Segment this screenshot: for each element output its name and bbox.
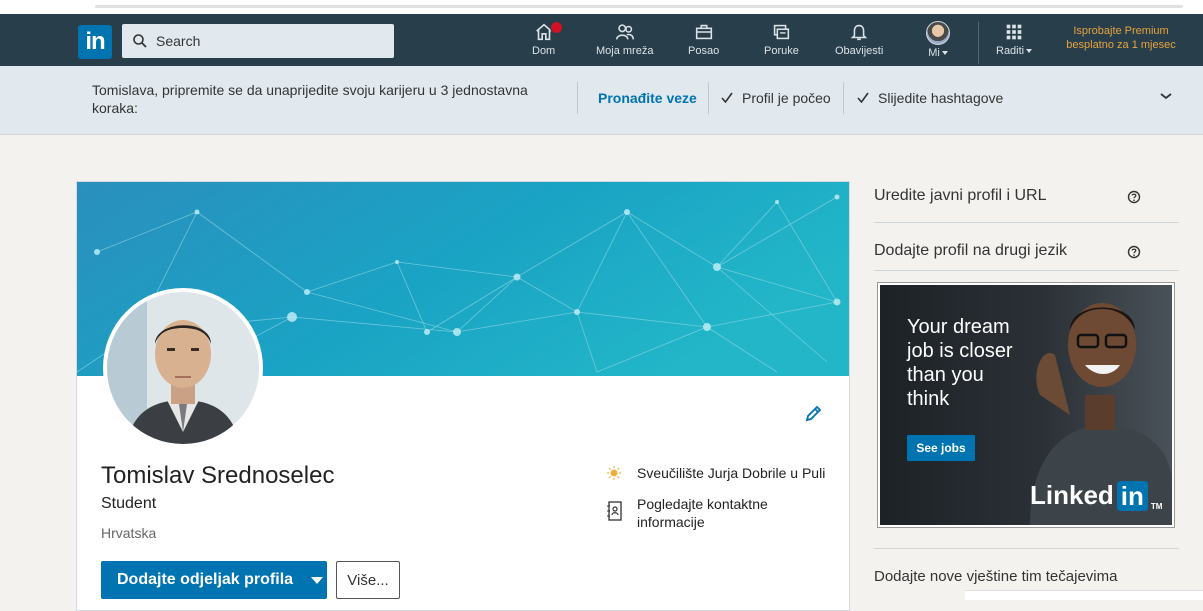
profile-location: Hrvatska bbox=[101, 525, 157, 541]
help-icon[interactable] bbox=[1127, 245, 1141, 259]
university-logo-icon bbox=[607, 466, 621, 480]
edit-pencil-icon[interactable] bbox=[803, 404, 823, 424]
nav-label-jobs: Posao bbox=[688, 45, 720, 57]
edit-public-profile-link[interactable]: Uredite javni profil i URL bbox=[874, 187, 1047, 205]
nav-item-me[interactable]: Mi bbox=[926, 18, 950, 64]
search-box[interactable] bbox=[122, 24, 394, 58]
add-profile-section-label: Dodajte odjeljak profila bbox=[117, 571, 294, 588]
onboarding-divider bbox=[843, 82, 844, 114]
onboarding-divider bbox=[577, 82, 578, 114]
nav-label-notifications: Obavijesti bbox=[835, 45, 884, 57]
nav-item-network[interactable]: Moja mreža bbox=[596, 18, 653, 64]
nav-item-work[interactable]: Raditi bbox=[996, 18, 1033, 64]
linkedin-ad-logo: Linked in TM bbox=[1030, 480, 1163, 511]
nav-label-network: Moja mreža bbox=[596, 45, 654, 57]
address-book-icon bbox=[607, 501, 622, 521]
bell-icon bbox=[850, 24, 868, 41]
network-icon bbox=[615, 24, 634, 40]
nav-item-home[interactable]: Dom bbox=[532, 18, 563, 64]
nav-item-jobs[interactable]: Posao bbox=[688, 18, 719, 64]
nav-label-work: Raditi bbox=[996, 45, 1033, 57]
step-find-connections[interactable]: Pronađite veze bbox=[598, 90, 697, 106]
step-profile-started[interactable]: Profil je počeo bbox=[720, 90, 831, 106]
see-jobs-button[interactable]: See jobs bbox=[907, 435, 975, 461]
profile-photo[interactable] bbox=[103, 288, 263, 448]
jobs-ad-banner[interactable]: Your dream job is closer than you think … bbox=[877, 282, 1175, 528]
ad-image: Your dream job is closer than you think … bbox=[880, 285, 1172, 525]
global-nav: in Dom Moja mreža Posao Poruke Obavijest… bbox=[0, 14, 1203, 66]
checkmark-icon bbox=[857, 92, 869, 104]
add-profile-section-button[interactable]: Dodajte odjeljak profila bbox=[101, 561, 327, 599]
checkmark-icon bbox=[721, 92, 733, 104]
profile-photo-image bbox=[107, 292, 259, 444]
chevron-down-icon bbox=[1026, 49, 1033, 54]
profile-name: Tomislav Srednoselec bbox=[101, 462, 335, 489]
search-icon bbox=[133, 34, 147, 48]
premium-line-2: besplatno za 1 mjesec bbox=[1066, 39, 1176, 51]
more-button[interactable]: Više... bbox=[336, 561, 400, 599]
chevron-down-icon bbox=[941, 51, 948, 56]
nav-label-messages: Poruke bbox=[764, 45, 799, 57]
grid-icon bbox=[1006, 24, 1022, 40]
contact-info-link[interactable]: Pogledajte kontaktne informacije bbox=[607, 495, 768, 531]
sidebar-divider bbox=[874, 222, 1179, 223]
premium-upsell-link[interactable]: Isprobajte Premium besplatno za 1 mjesec bbox=[1046, 24, 1196, 52]
notification-badge bbox=[550, 21, 563, 34]
contact-line-1: Pogledajte kontaktne bbox=[637, 496, 768, 512]
top-divider bbox=[95, 5, 1183, 8]
ad-headline: Your dream job is closer than you think bbox=[907, 316, 1013, 410]
step-follow-hashtags[interactable]: Slijedite hashtagove bbox=[856, 90, 1003, 106]
onboarding-message: Tomislava, pripremite se da unaprijedite… bbox=[92, 82, 528, 116]
help-icon[interactable] bbox=[1127, 190, 1141, 204]
avatar bbox=[926, 21, 950, 45]
profile-card: Tomislav Srednoselec Student Hrvatska Do… bbox=[76, 181, 850, 611]
nav-item-messages[interactable]: Poruke bbox=[764, 18, 799, 64]
nav-divider bbox=[978, 22, 979, 64]
add-language-profile-link[interactable]: Dodajte profil na drugi jezik bbox=[874, 242, 1067, 260]
browser-top-strip bbox=[0, 0, 1203, 14]
nav-item-notifications[interactable]: Obavijesti bbox=[835, 18, 883, 64]
profile-headline: Student bbox=[101, 495, 157, 512]
nav-label-me: Mi bbox=[928, 47, 948, 59]
sidebar-divider bbox=[874, 548, 1179, 549]
nav-label-home: Dom bbox=[532, 45, 556, 57]
caret-down-icon bbox=[311, 576, 324, 584]
onboarding-bar: Tomislava, pripremite se da unaprijedite… bbox=[0, 66, 1203, 135]
add-skills-courses-link[interactable]: Dodajte nove vještine tim tečajevima bbox=[874, 568, 1117, 585]
search-input[interactable] bbox=[156, 33, 376, 49]
premium-line-1: Isprobajte Premium bbox=[1073, 25, 1169, 37]
onboarding-divider bbox=[708, 82, 709, 114]
contact-line-2: informacije bbox=[637, 514, 705, 530]
chevron-down-icon[interactable] bbox=[1158, 88, 1174, 104]
education-link[interactable]: Sveučilište Jurja Dobrile u Puli bbox=[607, 465, 825, 481]
linkedin-logo[interactable]: in bbox=[78, 25, 112, 59]
sidebar-divider bbox=[874, 270, 1179, 271]
messages-icon bbox=[774, 24, 790, 40]
briefcase-icon bbox=[695, 24, 712, 40]
